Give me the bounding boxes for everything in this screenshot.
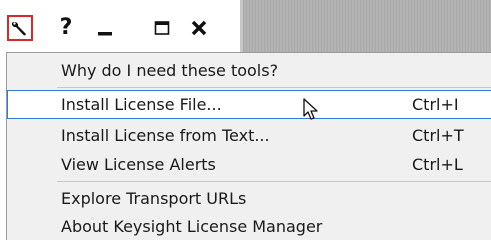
menu-item-label: Explore Transport URLs	[61, 189, 247, 208]
menu-item-shortcut: Ctrl+L	[412, 155, 463, 174]
menu-item-explore-transport-urls[interactable]: Explore Transport URLs	[7, 184, 491, 213]
menu-separator	[57, 87, 491, 88]
menu-item-label: View License Alerts	[61, 155, 216, 174]
menu-item-about[interactable]: About Keysight License Manager	[7, 212, 491, 241]
menu-item-label: Install License File...	[61, 95, 222, 114]
close-button[interactable]	[186, 15, 212, 41]
menu-item-label: About Keysight License Manager	[61, 217, 323, 236]
maximize-icon	[154, 21, 170, 35]
menu-item-label: Install License from Text...	[61, 126, 270, 145]
menu-item-view-license-alerts[interactable]: View License Alerts Ctrl+L	[7, 150, 491, 179]
help-button[interactable]: ?	[53, 15, 79, 41]
menu-item-shortcut: Ctrl+T	[412, 126, 464, 145]
maximize-button[interactable]	[149, 15, 175, 41]
menu-separator	[57, 181, 491, 182]
menu-item-label: Why do I need these tools?	[61, 61, 279, 80]
tools-button[interactable]	[7, 15, 33, 41]
mouse-pointer-icon	[303, 98, 318, 120]
menu-item-why-tools[interactable]: Why do I need these tools?	[7, 56, 491, 85]
menu-item-install-license-text[interactable]: Install License from Text... Ctrl+T	[7, 121, 491, 150]
close-icon	[191, 20, 207, 36]
menu-item-install-license-file[interactable]: Install License File... Ctrl+I	[7, 90, 491, 119]
wrench-icon	[12, 22, 26, 36]
minimize-icon	[98, 32, 112, 36]
menu-item-shortcut: Ctrl+I	[412, 95, 459, 114]
minimize-button[interactable]	[92, 15, 118, 41]
help-icon: ?	[59, 15, 73, 40]
background-panel	[243, 0, 491, 52]
window-toolbar: ?	[0, 0, 245, 52]
tools-menu: Why do I need these tools? Install Licen…	[6, 52, 491, 240]
